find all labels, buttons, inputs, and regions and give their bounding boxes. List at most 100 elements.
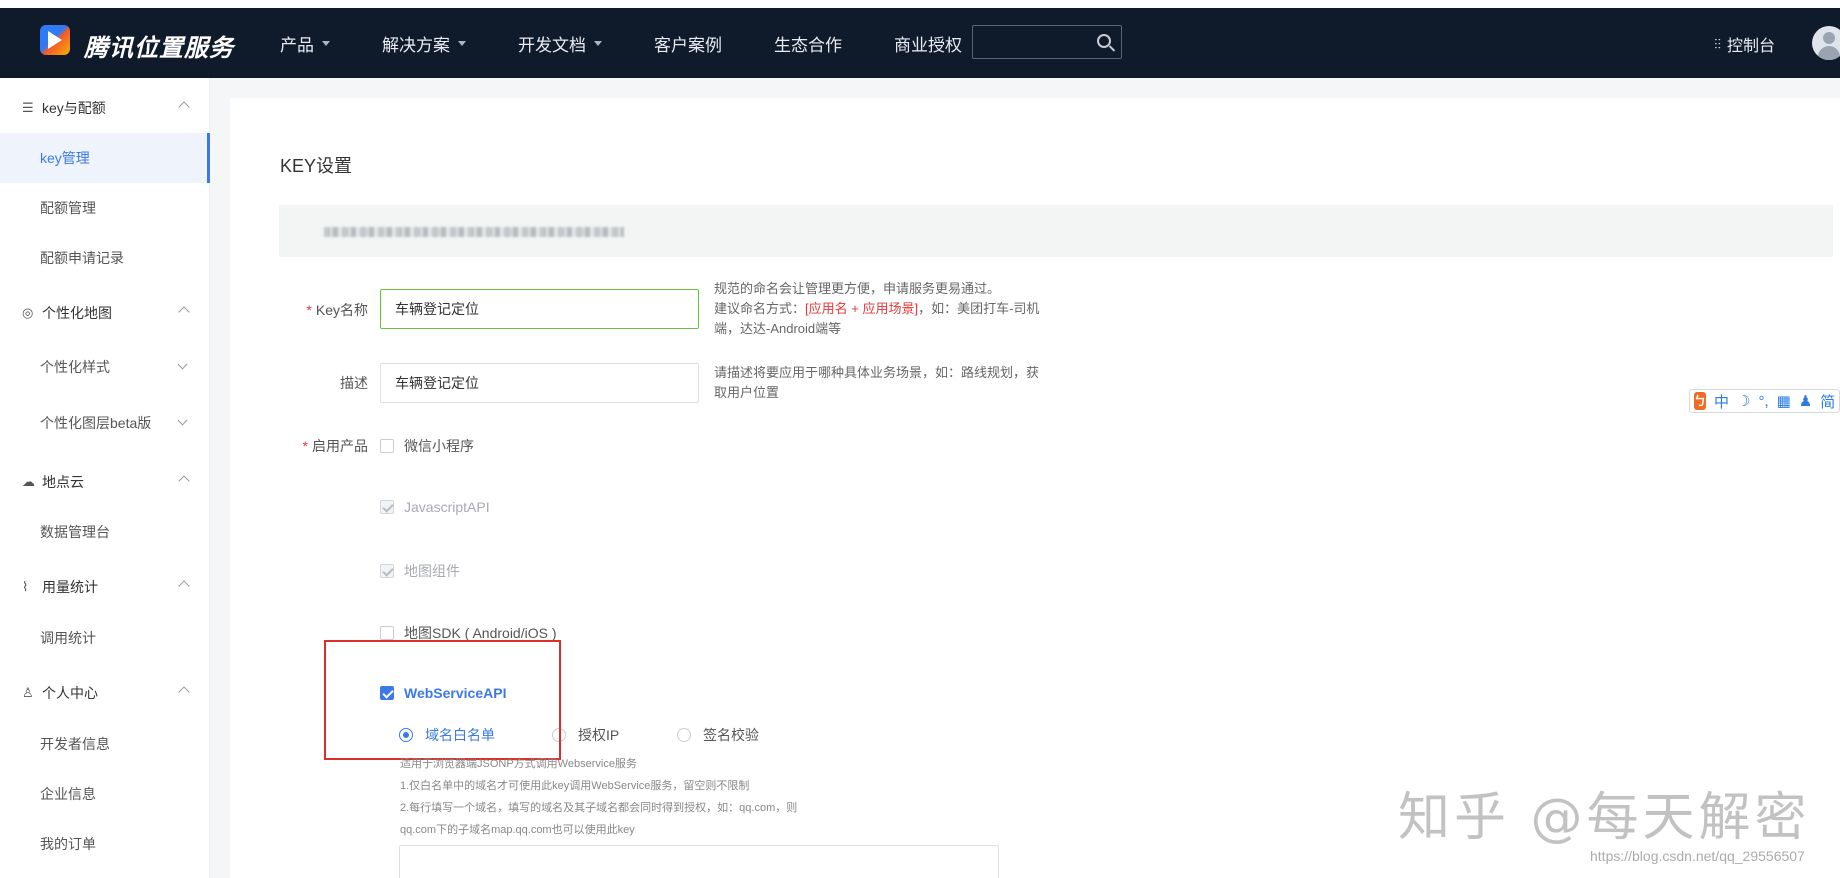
sidebar-item-company-info[interactable]: 企业信息 <box>0 769 210 819</box>
key-name-input[interactable]: 车辆登记定位 <box>380 289 699 329</box>
products-label-text: 启用产品 <box>312 438 368 454</box>
key-value-bar <box>279 205 1833 257</box>
chevron-up-icon <box>178 580 190 592</box>
product-map-component: 地图组件 <box>380 561 460 581</box>
nav-label: 产品 <box>280 35 314 55</box>
sidebar-group-key-quota[interactable]: ☰ key与配额 <box>0 88 210 128</box>
sidebar-group-custom-map[interactable]: ◎ 个性化地图 <box>0 293 210 333</box>
radio-label: 授权IP <box>578 727 620 743</box>
nav-item-license[interactable]: 商业授权 <box>894 31 962 56</box>
product-javascript-api: JavascriptAPI <box>380 499 490 515</box>
auth-signature[interactable]: 签名校验 <box>677 725 759 745</box>
user-icon[interactable]: ♟ <box>1799 392 1812 410</box>
brand-name[interactable]: 腾讯位置服务 <box>84 28 234 63</box>
top-navbar: 腾讯位置服务 产品 解决方案 开发文档 客户案例 生态合作 商业授权 ⫶⫶ 控制… <box>0 8 1840 78</box>
moon-icon[interactable]: ☽ <box>1737 392 1750 410</box>
punctuation-icon[interactable]: °, <box>1758 393 1768 410</box>
note-line: qq.com下的子域名map.qq.com也可以使用此key <box>400 824 635 836</box>
chevron-up-icon <box>178 475 190 487</box>
sidebar-item-developer-info[interactable]: 开发者信息 <box>0 719 210 769</box>
radio-label: 签名校验 <box>703 727 759 743</box>
auth-ip[interactable]: 授权IP <box>552 725 619 745</box>
sliders-icon: ⫶⫶ <box>1714 35 1721 52</box>
chevron-down-icon <box>177 415 188 426</box>
sidebar-item-data-console[interactable]: 数据管理台 <box>0 507 210 557</box>
nav-item-ecosystem[interactable]: 生态合作 <box>774 31 842 56</box>
sidebar-item-label: key管理 <box>40 150 90 166</box>
product-label: 微信小程序 <box>404 438 474 454</box>
csdn-watermark: https://blog.csdn.net/qq_29556507 <box>1590 848 1805 864</box>
sidebar-group-label: 用量统计 <box>42 579 98 595</box>
zhihu-watermark: 知乎 @每天解密 <box>1398 788 1811 848</box>
key-name-label: * Key名称 <box>278 300 368 320</box>
main-nav: 产品 解决方案 开发文档 客户案例 生态合作 商业授权 <box>280 8 1014 78</box>
hint-line: 取用户位置 <box>714 385 780 400</box>
sidebar-item-label: 配额申请记录 <box>40 250 124 266</box>
sidebar-group-place-cloud[interactable]: ☁ 地点云 <box>0 462 210 502</box>
sidebar-item-quota-records[interactable]: 配额申请记录 <box>0 233 210 283</box>
chevron-up-icon <box>178 101 190 113</box>
chevron-up-icon <box>178 306 190 318</box>
sidebar: ☰ key与配额 key管理 配额管理 配额申请记录 ◎ 个性化地图 个性化样式… <box>0 78 210 878</box>
nav-item-docs[interactable]: 开发文档 <box>518 31 602 56</box>
brand-logo-icon[interactable] <box>40 25 70 55</box>
checkbox-icon[interactable] <box>380 626 394 640</box>
hint-line: 请描述将要应用于哪种具体业务场景，如：路线规划，获 <box>714 365 1040 380</box>
sidebar-item-label: 个性化图层beta版 <box>40 415 152 431</box>
description-hint: 请描述将要应用于哪种具体业务场景，如：路线规划，获 取用户位置 <box>714 363 1074 403</box>
sidebar-item-custom-layer-beta[interactable]: 个性化图层beta版 <box>0 398 210 448</box>
checkbox-checked-icon <box>380 500 394 514</box>
ime-logo-icon[interactable]: ㄅ <box>1694 392 1707 410</box>
sidebar-item-call-stats[interactable]: 调用统计 <box>0 613 210 663</box>
sidebar-item-my-orders[interactable]: 我的订单 <box>0 819 210 869</box>
hint-line: 规范的命名会让管理更方便，申请服务更易通过。 <box>714 281 1001 296</box>
nav-label: 开发文档 <box>518 35 586 55</box>
search-icon[interactable] <box>1097 34 1111 48</box>
hint-line: 建议命名方式：[应用名 + 应用场景]，如：美团打车-司机 <box>714 299 1074 319</box>
nav-item-solutions[interactable]: 解决方案 <box>382 31 466 56</box>
avatar[interactable] <box>1812 26 1840 60</box>
sidebar-group-label: 地点云 <box>42 474 84 490</box>
hint-highlight: [应用名 + 应用场景] <box>805 301 919 316</box>
sidebar-item-key-management[interactable]: key管理 <box>0 133 210 183</box>
redacted-key <box>324 227 624 237</box>
whitelist-notes: 适用于浏览器端JSONP方式调用Webservice服务 1.仅白名单中的域名才… <box>400 753 860 841</box>
sidebar-item-label: 调用统计 <box>40 630 96 646</box>
user-icon: ♙ <box>22 685 34 700</box>
sidebar-item-label: 个性化样式 <box>40 359 110 375</box>
palette-icon: ◎ <box>22 305 34 320</box>
top-strip <box>0 0 1840 8</box>
ime-mode-icon[interactable]: 中 <box>1714 391 1729 412</box>
sidebar-item-label: 企业信息 <box>40 786 96 802</box>
sidebar-group-user-center[interactable]: ♙ 个人中心 <box>0 673 210 713</box>
product-label: JavascriptAPI <box>404 499 490 515</box>
search-input[interactable] <box>972 25 1122 59</box>
nav-label: 客户案例 <box>654 35 722 55</box>
sidebar-group-label: 个性化地图 <box>42 305 112 321</box>
ime-toolbar[interactable]: ㄅ 中 ☽ °, ▦ ♟ 简 <box>1689 389 1840 413</box>
nav-label: 解决方案 <box>382 35 450 55</box>
nav-item-cases[interactable]: 客户案例 <box>654 31 722 56</box>
product-label: 地图组件 <box>404 563 460 579</box>
sidebar-item-label: 配额管理 <box>40 200 96 216</box>
console-link[interactable]: ⫶⫶ 控制台 <box>1714 32 1775 56</box>
sidebar-group-usage-stats[interactable]: ⌇ 用量统计 <box>0 567 210 607</box>
sidebar-group-label: 个人中心 <box>42 685 98 701</box>
description-input[interactable]: 车辆登记定位 <box>380 363 699 403</box>
sidebar-group-label: key与配额 <box>42 100 106 116</box>
sidebar-item-custom-style[interactable]: 个性化样式 <box>0 342 210 392</box>
checkbox-icon[interactable] <box>380 439 394 453</box>
sidebar-item-quota-management[interactable]: 配额管理 <box>0 183 210 233</box>
radio-icon[interactable] <box>677 728 691 742</box>
note-line: 2.每行填写一个域名，填写的域名及其子域名都会同时得到授权，如：qq.com，则 <box>400 802 798 814</box>
sidebar-item-label: 开发者信息 <box>40 736 110 752</box>
product-wechat-miniprogram[interactable]: 微信小程序 <box>380 436 474 456</box>
list-icon: ☰ <box>22 100 34 115</box>
domain-whitelist-textarea[interactable] <box>399 845 999 878</box>
nav-item-products[interactable]: 产品 <box>280 31 330 56</box>
simplified-icon[interactable]: 简 <box>1820 391 1835 412</box>
description-label: 描述 <box>340 375 368 391</box>
hint-line: 端，达达-Android端等 <box>714 321 842 336</box>
page-title: KEY设置 <box>280 156 353 176</box>
keyboard-icon[interactable]: ▦ <box>1777 392 1791 410</box>
